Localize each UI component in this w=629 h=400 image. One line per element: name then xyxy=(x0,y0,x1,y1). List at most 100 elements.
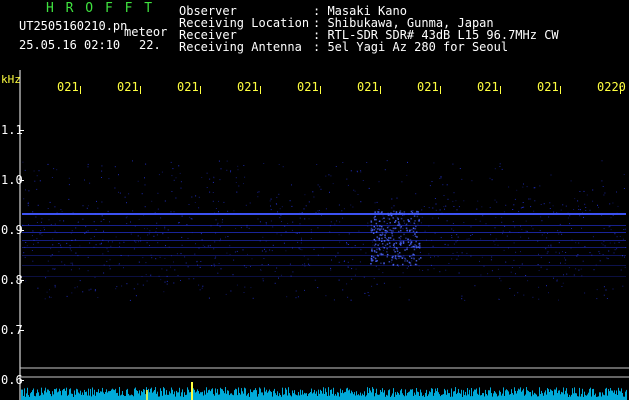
meteor-echo xyxy=(413,248,416,251)
meteor-echo xyxy=(371,248,373,250)
meteor-echo xyxy=(408,230,411,232)
meteor-echo xyxy=(404,260,406,262)
meteor-echo xyxy=(400,229,402,232)
meteor-echo xyxy=(383,247,385,249)
meteor-echo xyxy=(379,225,381,227)
meteor-echo xyxy=(401,257,404,259)
meteor-echo xyxy=(370,229,372,232)
meteor-echo xyxy=(418,244,421,247)
type-label: meteor xyxy=(124,25,168,39)
meteor-echo xyxy=(379,253,381,255)
meteor-echo xyxy=(410,210,413,213)
meteor-echo xyxy=(370,224,373,227)
meteor-echo xyxy=(384,229,386,232)
meteor-echo xyxy=(415,212,418,214)
x-tick-mark xyxy=(320,86,321,94)
meteor-echo xyxy=(386,256,388,258)
meteor-echo xyxy=(373,229,376,231)
meteor-echo xyxy=(374,218,376,221)
carrier-line xyxy=(22,265,626,266)
meteor-echo xyxy=(381,211,383,213)
meteor-echo xyxy=(393,210,395,213)
meteor-echo xyxy=(388,261,391,263)
meteor-echo xyxy=(417,246,419,248)
meteor-echo xyxy=(417,211,419,213)
meteor-echo xyxy=(386,253,389,256)
meteor-echo xyxy=(414,233,416,235)
meteor-echo xyxy=(385,232,387,234)
meteor-echo xyxy=(380,228,382,230)
x-tick-label: 021 xyxy=(357,80,379,94)
meteor-echo xyxy=(412,253,414,256)
x-tick-label: 021 xyxy=(117,80,139,94)
meteor-echo xyxy=(384,244,387,247)
meteor-echo xyxy=(410,217,412,220)
x-tick-mark xyxy=(440,86,441,94)
meteor-echo xyxy=(408,220,410,223)
carrier-line xyxy=(22,213,626,215)
meteor-echo xyxy=(403,233,405,236)
meteor-echo xyxy=(404,249,406,251)
meteor-echo xyxy=(388,237,390,239)
meteor-echo xyxy=(396,264,399,266)
meteor-echo xyxy=(375,260,377,262)
meteor-echo xyxy=(370,263,372,265)
meteor-echo xyxy=(398,213,400,215)
meteor-echo xyxy=(376,236,378,238)
y-tick-label: 0.9 xyxy=(1,223,23,237)
app-title: H R O F F T xyxy=(46,1,155,16)
meteor-echo xyxy=(373,225,375,228)
meteor-echo xyxy=(404,257,406,260)
meteor-echo xyxy=(416,215,419,218)
meteor-echo xyxy=(371,229,374,231)
meteor-echo xyxy=(382,253,384,256)
meteor-echo xyxy=(378,237,380,240)
meteor-echo xyxy=(386,226,389,229)
meteor-echo xyxy=(394,221,396,223)
meteor-echo xyxy=(391,256,393,259)
meteor-echo xyxy=(386,251,388,253)
meteor-echo xyxy=(376,248,378,251)
info-value-antenna: : 5el Yagi Az 280 for Seoul xyxy=(313,40,509,54)
carrier-line xyxy=(22,240,626,241)
meteor-echo xyxy=(370,259,373,261)
meteor-echo xyxy=(374,227,377,229)
meteor-echo xyxy=(390,214,393,217)
carrier-line xyxy=(22,247,626,248)
meteor-echo xyxy=(374,257,377,260)
meteor-echo xyxy=(381,225,383,228)
signal-level-bar xyxy=(21,382,627,400)
meteor-echo xyxy=(393,246,396,248)
tick-marks xyxy=(20,86,621,381)
meteor-echo xyxy=(405,227,408,229)
spectrogram xyxy=(19,70,629,400)
meteor-echo xyxy=(397,221,400,223)
meteor-echo xyxy=(399,241,402,243)
meteor-echo xyxy=(374,244,376,247)
meteor-echo xyxy=(413,215,416,217)
meteor-echo xyxy=(406,229,408,232)
meteor-echo xyxy=(391,230,393,232)
meteor-echo xyxy=(407,241,410,243)
meteor-echo xyxy=(390,212,392,215)
meteor-echo xyxy=(386,243,389,245)
x-tick-label: 021 xyxy=(237,80,259,94)
meteor-echo xyxy=(370,227,373,230)
info-label-antenna: Receiving Antenna xyxy=(179,40,302,54)
meteor-echo xyxy=(381,231,383,234)
meteor-echo xyxy=(394,251,396,253)
meteor-echo xyxy=(386,247,388,250)
meteor-echo xyxy=(407,238,409,240)
meteor-echo xyxy=(370,221,373,223)
meteor-echo xyxy=(380,262,382,264)
meteor-echo xyxy=(409,239,412,241)
meteor-echo xyxy=(385,237,388,240)
meteor-echo xyxy=(415,260,418,262)
meteor-echo xyxy=(372,256,375,258)
meteor-echo xyxy=(395,258,398,260)
meteor-echo xyxy=(402,240,405,243)
meteor-echo xyxy=(389,229,392,231)
meteor-echo xyxy=(375,218,377,221)
meteor-echo xyxy=(374,211,376,213)
x-tick-label: 021 xyxy=(537,80,559,94)
